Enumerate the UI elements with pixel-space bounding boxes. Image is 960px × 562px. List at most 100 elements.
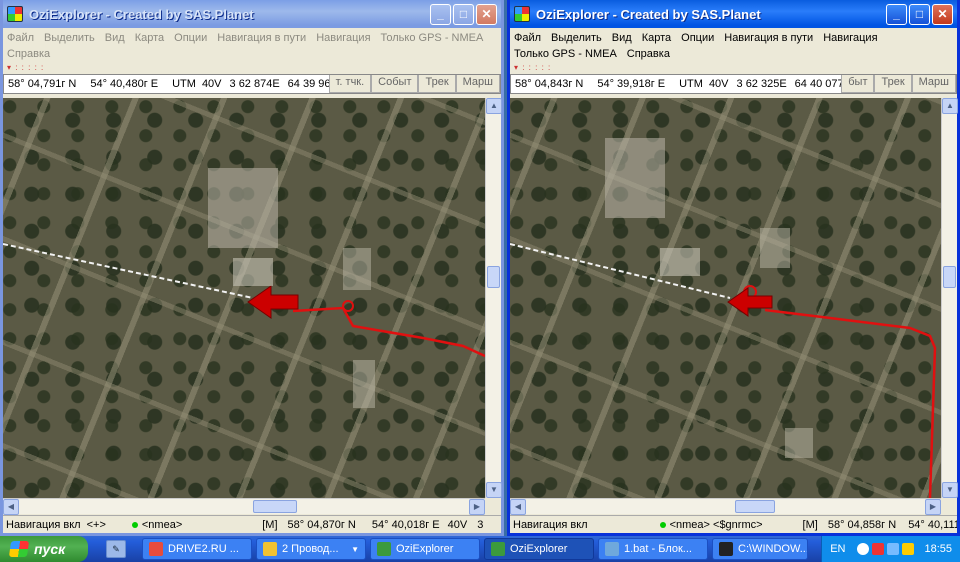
scroll-left-button[interactable]: ◀ (510, 499, 526, 515)
hscroll-thumb[interactable] (253, 500, 297, 513)
task-drive2[interactable]: DRIVE2.RU ... (142, 538, 252, 560)
ozi-window-left[interactable]: OziExplorer - Created by SAS.Planet _ □ … (0, 0, 504, 536)
quicklaunch-desktop-icon[interactable]: ✎ (106, 540, 126, 558)
scroll-down-button[interactable]: ▼ (942, 482, 958, 498)
building-block (660, 248, 700, 276)
menu-moving-nav[interactable]: Навигация в пути (724, 30, 813, 46)
chevron-down-icon: ▼ (351, 544, 359, 554)
windows-flag-icon (8, 541, 30, 557)
tab-track[interactable]: Трек (874, 75, 912, 93)
system-tray: EN 18:55 (821, 536, 960, 562)
status-lat: 58° 04,870г N (287, 518, 356, 531)
status-nmea: <nmea> (141, 518, 183, 531)
menu-view[interactable]: Вид (612, 30, 632, 46)
maximize-button[interactable]: □ (453, 3, 474, 25)
building-block (353, 360, 375, 408)
coord-grid: UTM (679, 78, 703, 90)
language-indicator[interactable]: EN (830, 543, 845, 555)
vertical-scrollbar[interactable]: ▲ ▼ (485, 98, 502, 498)
menu-options[interactable]: Опции (681, 30, 714, 46)
tab-events[interactable]: Событ (371, 75, 419, 93)
scroll-right-button[interactable]: ▶ (469, 499, 485, 515)
horizontal-scrollbar[interactable]: ◀ ▶ (510, 498, 941, 515)
menu-gps-nmea[interactable]: Только GPS - NMEA (514, 46, 617, 62)
horizontal-scrollbar[interactable]: ◀ ▶ (3, 498, 485, 515)
ozi-app-icon (7, 6, 23, 22)
tab-events[interactable]: быт (841, 75, 875, 93)
tray-antivirus-icon[interactable] (872, 543, 885, 555)
task-oziexplorer-2[interactable]: OziExplorer (484, 538, 594, 560)
coordinate-bar: 58° 04,791г N 54° 40,480г E UTM 40V 3 62… (3, 74, 501, 94)
close-button[interactable]: ✕ (932, 3, 953, 25)
satellite-map[interactable] (3, 98, 485, 498)
task-oziexplorer-1[interactable]: OziExplorer (370, 538, 480, 560)
task-notepad[interactable]: 1.bat - Блок... (598, 538, 708, 560)
taskbar: пуск ✎ DRIVE2.RU ... 2 Провод... ▼ OziEx… (0, 536, 960, 562)
building-block (760, 228, 790, 268)
scroll-up-button[interactable]: ▲ (942, 98, 958, 114)
menu-moving-nav[interactable]: Навигация в пути (217, 30, 306, 46)
menu-options[interactable]: Опции (174, 30, 207, 46)
tab-track[interactable]: Трек (418, 75, 456, 93)
toolbar-grip[interactable]: ▾ : : : : : (3, 62, 501, 74)
window-title: OziExplorer - Created by SAS.Planet (29, 6, 254, 22)
scroll-thumb[interactable] (943, 266, 956, 288)
scroll-up-button[interactable]: ▲ (486, 98, 502, 114)
window-title: OziExplorer - Created by SAS.Planet (536, 6, 761, 22)
tab-waypoints[interactable]: т. тчк. (328, 75, 372, 93)
satellite-map[interactable] (510, 98, 941, 498)
scroll-right-button[interactable]: ▶ (925, 499, 941, 515)
tray-expand-icon[interactable] (857, 543, 870, 555)
menu-help[interactable]: Справка (627, 46, 670, 62)
coord-easting: 3 62 874E (229, 78, 280, 90)
scroll-left-button[interactable]: ◀ (3, 499, 19, 515)
vertical-scrollbar[interactable]: ▲ ▼ (941, 98, 958, 498)
coord-grid: UTM (172, 78, 196, 90)
start-button[interactable]: пуск (0, 536, 88, 562)
task-label: OziExplorer (510, 543, 568, 555)
tab-route[interactable]: Марш (911, 75, 956, 93)
menu-view[interactable]: Вид (105, 30, 125, 46)
tray-update-icon[interactable] (902, 543, 915, 555)
status-nmea: <nmea> <$gnrmc> (669, 518, 763, 531)
map-overlay (3, 168, 485, 408)
close-button[interactable]: ✕ (476, 3, 497, 25)
status-nav: Навигация вкл (6, 518, 81, 531)
task-label: DRIVE2.RU ... (168, 543, 239, 555)
menu-select[interactable]: Выделить (551, 30, 602, 46)
building-block (785, 428, 813, 458)
menu-map[interactable]: Карта (135, 30, 164, 46)
task-cmd[interactable]: C:\WINDOW... (712, 538, 808, 560)
task-explorer[interactable]: 2 Провод... ▼ (256, 538, 366, 560)
building-block (343, 248, 371, 290)
building-block (233, 258, 273, 286)
tray-network-icon[interactable] (887, 543, 900, 555)
data-tabs: быт Трек Марш (841, 75, 956, 93)
hscroll-thumb[interactable] (735, 500, 775, 513)
coord-lon: 54° 39,918г E (597, 78, 666, 90)
maximize-button[interactable]: □ (909, 3, 930, 25)
tab-route[interactable]: Марш (455, 75, 500, 93)
menu-navigation[interactable]: Навигация (316, 30, 370, 46)
menu-select[interactable]: Выделить (44, 30, 95, 46)
coord-lat: 58° 04,843г N (515, 78, 584, 90)
menu-navigation[interactable]: Навигация (823, 30, 877, 46)
menu-help[interactable]: Справка (7, 46, 50, 62)
menu-gps-nmea[interactable]: Только GPS - NMEA (381, 30, 484, 46)
ozi-window-right[interactable]: OziExplorer - Created by SAS.Planet _ □ … (507, 0, 960, 536)
scroll-down-button[interactable]: ▼ (486, 482, 502, 498)
minimize-button[interactable]: _ (430, 3, 451, 25)
titlebar-left[interactable]: OziExplorer - Created by SAS.Planet _ □ … (3, 0, 501, 28)
statusbar: Навигация вкл <nmea> <$gnrmc> [M] 58° 04… (510, 515, 957, 533)
clock[interactable]: 18:55 (924, 543, 952, 555)
scroll-thumb[interactable] (487, 266, 500, 288)
status-lon: 54° 40,018г E (371, 518, 440, 531)
menu-map[interactable]: Карта (642, 30, 671, 46)
status-zone: 40V (447, 518, 468, 531)
menu-file[interactable]: Файл (7, 30, 34, 46)
menubar-left: Файл Выделить Вид Карта Опции Навигация … (3, 28, 501, 62)
minimize-button[interactable]: _ (886, 3, 907, 25)
menu-file[interactable]: Файл (514, 30, 541, 46)
toolbar-grip[interactable]: ▾ : : : : : (510, 62, 957, 74)
titlebar-right[interactable]: OziExplorer - Created by SAS.Planet _ □ … (510, 0, 957, 28)
